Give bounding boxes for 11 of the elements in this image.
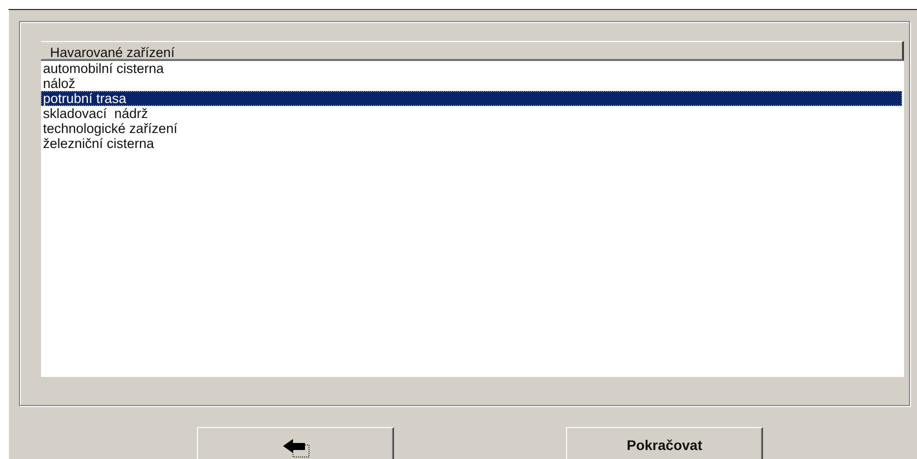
list-item[interactable]: automobilní cisterna <box>41 61 902 76</box>
list-item[interactable]: skladovací nádrž <box>41 106 902 121</box>
list-item[interactable]: potrubní trasa <box>41 91 902 106</box>
back-arrow-icon <box>280 437 310 459</box>
list-box[interactable]: Havarované zařízení automobilní cisterna nálož potrubní trasa skladovací nádrž technologické zařízení železniční cisterna <box>41 41 904 377</box>
back-button[interactable] <box>197 427 394 459</box>
continue-button[interactable]: Pokračovat <box>566 427 763 459</box>
list-item[interactable]: technologické zařízení <box>41 121 902 136</box>
list-item[interactable]: nálož <box>41 76 902 91</box>
list-item[interactable]: železniční cisterna <box>41 136 902 151</box>
column-header[interactable]: Havarované zařízení <box>41 41 904 61</box>
